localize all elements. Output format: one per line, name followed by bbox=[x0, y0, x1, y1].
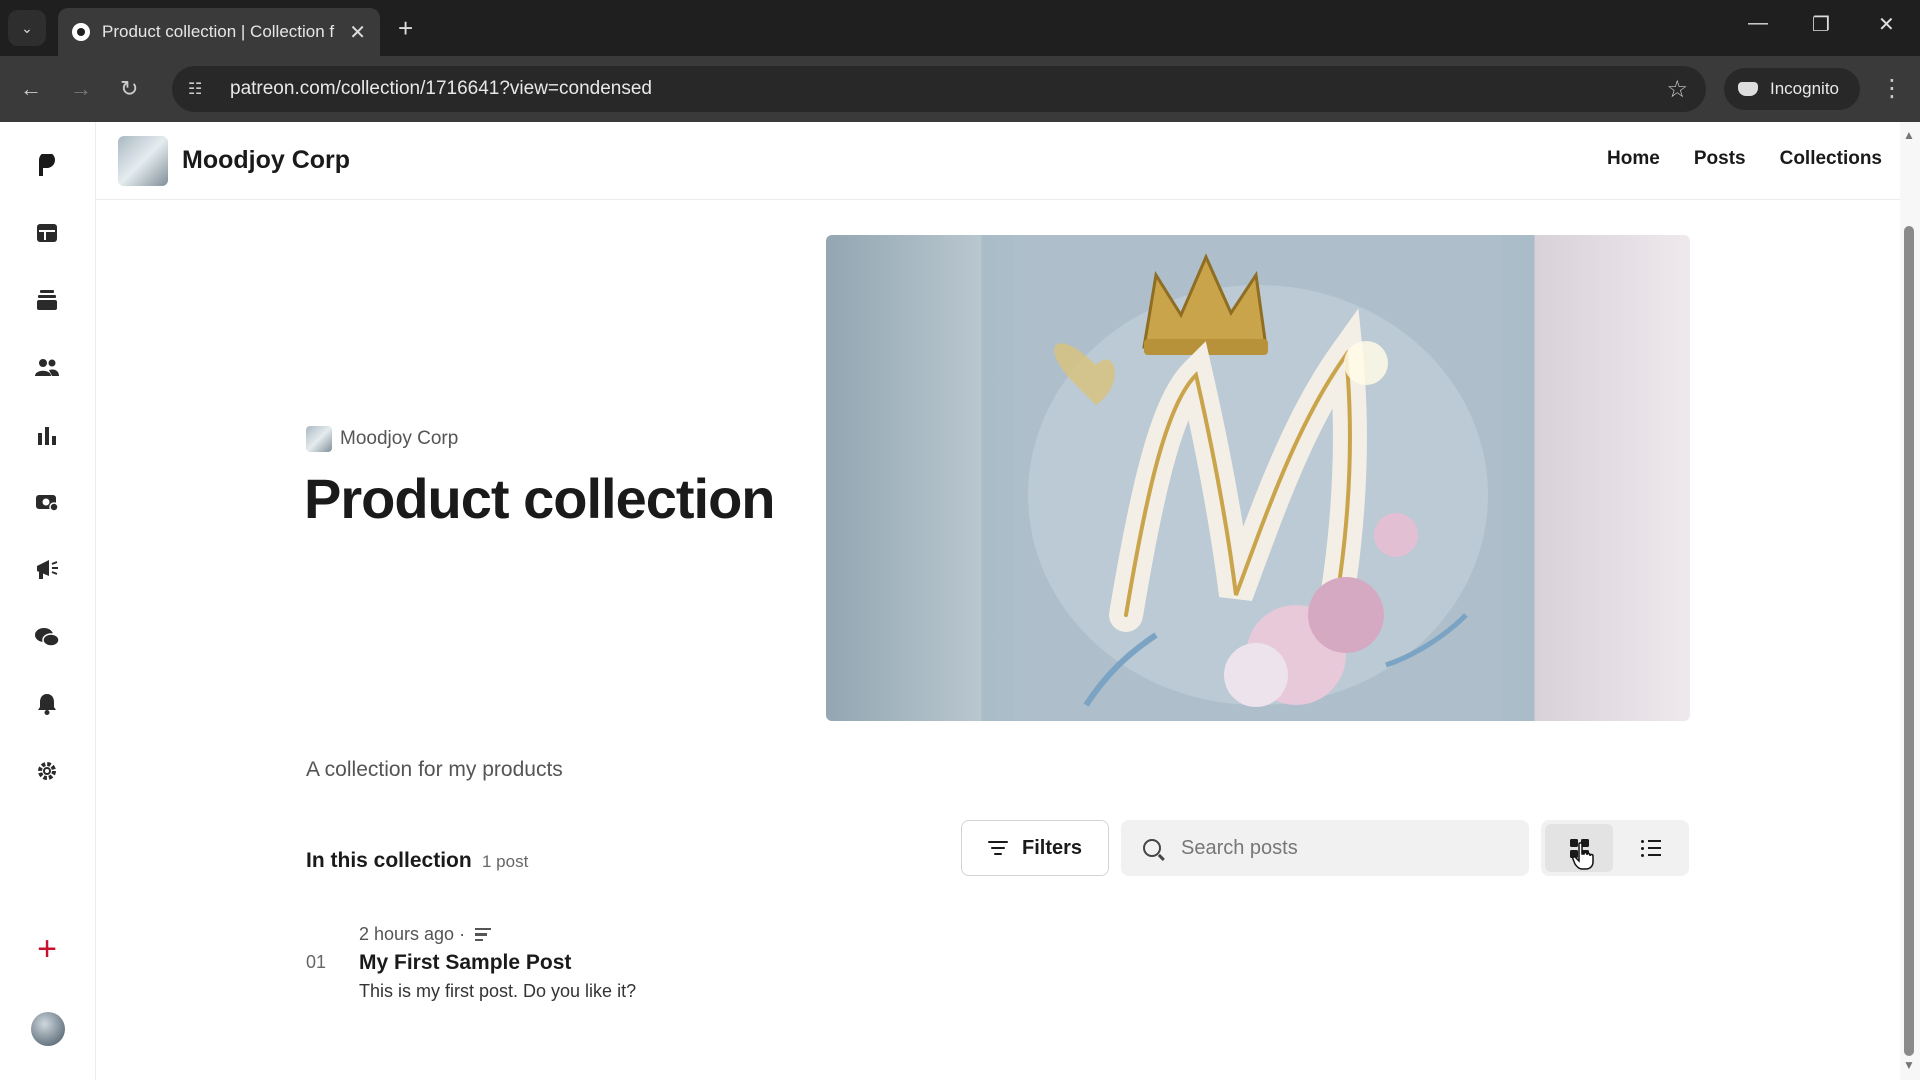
nav-link-home[interactable]: Home bbox=[1607, 148, 1660, 170]
post-excerpt: This is my first post. Do you like it? bbox=[359, 981, 637, 1001]
browser-menu-icon[interactable]: ⋮ bbox=[1880, 74, 1904, 103]
settings-icon[interactable] bbox=[34, 758, 60, 784]
forward-arrow-icon[interactable]: → bbox=[70, 76, 92, 102]
post-title-link[interactable]: My First Sample Post bbox=[359, 951, 571, 975]
scrollbar-thumb[interactable] bbox=[1904, 226, 1914, 1056]
notifications-icon[interactable] bbox=[34, 691, 60, 717]
restore-window-icon[interactable]: ❐ bbox=[1812, 12, 1830, 37]
filter-icon bbox=[987, 841, 1008, 855]
dashboard-icon[interactable] bbox=[34, 220, 60, 246]
search-posts-box[interactable] bbox=[1121, 820, 1529, 876]
incognito-badge[interactable]: Incognito bbox=[1724, 68, 1860, 110]
scroll-up-arrow-icon[interactable]: ▲ bbox=[1903, 128, 1915, 142]
back-arrow-icon[interactable]: ← bbox=[20, 76, 42, 102]
hand-cursor-icon bbox=[1572, 842, 1594, 870]
collection-creator-byline[interactable]: Moodjoy Corp bbox=[306, 426, 458, 452]
reload-icon[interactable]: ↻ bbox=[120, 76, 138, 102]
filters-button[interactable]: Filters bbox=[961, 820, 1109, 876]
list-view-button[interactable] bbox=[1617, 824, 1685, 872]
patreon-logo-icon[interactable] bbox=[34, 152, 60, 178]
collection-creator-name: Moodjoy Corp bbox=[340, 428, 459, 449]
new-tab-button[interactable]: + bbox=[398, 12, 413, 44]
site-info-icon[interactable]: ☷ bbox=[188, 79, 218, 99]
address-bar[interactable]: ☷ patreon.com/collection/1716641?view=co… bbox=[172, 66, 1706, 112]
collection-title: Product collection bbox=[304, 467, 775, 530]
chevron-down-icon: ⌄ bbox=[21, 19, 33, 36]
close-window-icon[interactable]: ✕ bbox=[1878, 12, 1895, 37]
creator-nav: Home Posts Collections bbox=[1607, 148, 1882, 170]
browser-tab-active[interactable]: Product collection | Collection f ✕ bbox=[58, 8, 380, 56]
scroll-down-arrow-icon[interactable]: ▼ bbox=[1903, 1058, 1915, 1072]
collection-description: A collection for my products bbox=[306, 758, 563, 781]
incognito-label: Incognito bbox=[1770, 79, 1839, 98]
in-collection-heading: In this collection bbox=[306, 849, 472, 872]
collection-cover-image bbox=[826, 235, 1690, 721]
creator-small-avatar bbox=[306, 426, 332, 452]
bookmark-star-icon[interactable]: ☆ bbox=[1666, 75, 1688, 104]
chats-icon[interactable] bbox=[34, 624, 60, 650]
url-text[interactable]: patreon.com/collection/1716641?view=cond… bbox=[230, 78, 652, 100]
user-avatar[interactable] bbox=[31, 1012, 65, 1046]
creator-sidebar: + bbox=[0, 122, 96, 1080]
tab-title: Product collection | Collection f bbox=[102, 22, 335, 41]
library-icon[interactable] bbox=[34, 287, 60, 313]
create-post-plus-icon[interactable]: + bbox=[34, 930, 60, 968]
incognito-icon bbox=[1738, 82, 1758, 96]
creator-header: Moodjoy Corp Home Posts Collections bbox=[96, 122, 1900, 200]
insights-icon[interactable] bbox=[34, 422, 60, 448]
post-meta: 2 hours ago · bbox=[359, 924, 492, 945]
patreon-favicon-icon bbox=[72, 23, 90, 41]
payouts-icon[interactable] bbox=[34, 489, 60, 515]
search-icon bbox=[1143, 839, 1161, 857]
tab-search-button[interactable]: ⌄ bbox=[8, 10, 46, 46]
view-toggle bbox=[1541, 820, 1689, 876]
post-index: 01 bbox=[306, 952, 327, 972]
page: + Moodjoy Corp Home Posts Collections Mo… bbox=[0, 122, 1920, 1080]
filters-label: Filters bbox=[1021, 836, 1083, 859]
close-tab-icon[interactable]: ✕ bbox=[349, 20, 366, 45]
promotions-icon[interactable] bbox=[34, 556, 60, 582]
post-count: 1 post bbox=[482, 852, 529, 871]
nav-link-collections[interactable]: Collections bbox=[1780, 148, 1882, 170]
nav-link-posts[interactable]: Posts bbox=[1694, 148, 1746, 170]
minimize-window-icon[interactable]: — bbox=[1748, 12, 1768, 35]
post-timestamp: 2 hours ago · bbox=[359, 924, 466, 944]
list-view-icon bbox=[1641, 840, 1661, 857]
search-posts-input[interactable] bbox=[1181, 836, 1511, 860]
text-post-icon bbox=[475, 927, 492, 942]
audience-icon[interactable] bbox=[34, 354, 60, 380]
browser-toolbar: ← → ↻ ☷ patreon.com/collection/1716641?v… bbox=[0, 56, 1920, 122]
creator-avatar[interactable] bbox=[118, 136, 168, 186]
creator-name[interactable]: Moodjoy Corp bbox=[182, 146, 350, 175]
browser-tab-bar: ⌄ Product collection | Collection f ✕ + … bbox=[0, 0, 1920, 56]
